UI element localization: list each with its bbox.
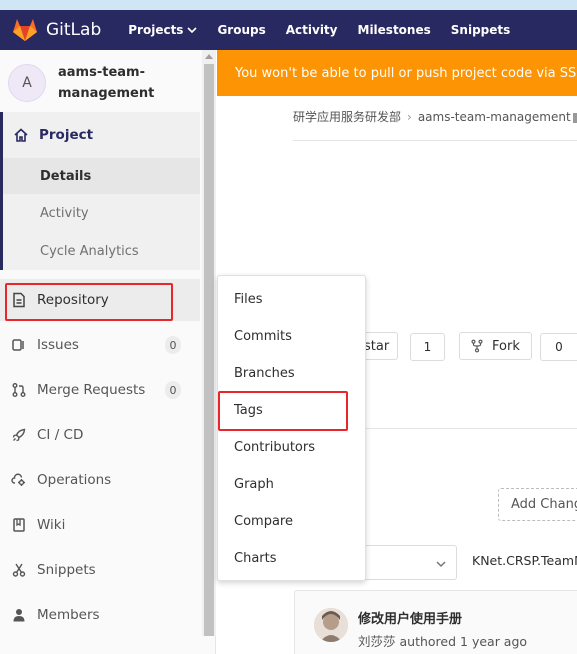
sidebar-item-project-label: Project	[39, 127, 94, 143]
sidebar-item-issues[interactable]: Issues 0	[0, 330, 200, 360]
issues-icon	[12, 339, 24, 351]
star-count[interactable]: 1	[410, 333, 445, 361]
user-icon	[13, 609, 25, 622]
star-label: star	[364, 338, 390, 354]
cloud-gear-icon	[11, 473, 25, 486]
sidebar-item-ci-cd[interactable]: CI / CD	[0, 420, 200, 450]
sidebar-scrollbar[interactable]	[202, 50, 216, 636]
project-name: aams-team-management	[58, 65, 155, 101]
project-avatar: A	[8, 64, 46, 102]
commit-time: authored 1 year ago	[399, 634, 528, 649]
commit-author-avatar	[314, 608, 348, 642]
sidebar-item-wiki-label: Wiki	[37, 517, 66, 533]
fork-button[interactable]: Fork	[459, 332, 532, 360]
fork-icon	[471, 339, 483, 353]
breadcrumb-group[interactable]: 研学应用服务研发部	[293, 108, 401, 125]
sidebar-item-merge-requests-label: Merge Requests	[37, 382, 146, 398]
scroll-up-arrow-icon[interactable]	[205, 54, 213, 59]
repository-path[interactable]: KNet.CRSP.TeamM	[472, 553, 577, 568]
menu-item-files[interactable]: Files	[218, 281, 365, 318]
merge-request-icon	[12, 383, 26, 397]
nav-groups[interactable]: Groups	[217, 23, 265, 37]
sidebar-item-wiki[interactable]: Wiki	[0, 510, 200, 540]
scissors-icon	[12, 563, 26, 577]
scrollbar-thumb[interactable]	[204, 64, 214, 636]
commit-meta: 刘莎莎 authored 1 year ago	[358, 631, 527, 650]
sidebar-item-issues-label: Issues	[37, 337, 79, 353]
add-changelog-button[interactable]: Add Chang	[498, 488, 577, 521]
project-context[interactable]: A aams-team-management	[8, 62, 178, 104]
menu-item-commits[interactable]: Commits	[218, 318, 365, 355]
gitlab-brand[interactable]: GitLab	[12, 18, 101, 42]
menu-item-charts[interactable]: Charts	[218, 540, 365, 577]
top-navbar: GitLab Projects Groups Activity Mileston…	[0, 10, 577, 50]
merge-requests-count-badge: 0	[165, 381, 181, 399]
fork-count[interactable]: 0	[540, 333, 577, 361]
sidebar-item-operations[interactable]: Operations	[0, 465, 200, 495]
chevron-down-icon	[436, 561, 446, 568]
sidebar-item-merge-requests[interactable]: Merge Requests 0	[0, 375, 200, 405]
menu-item-compare[interactable]: Compare	[218, 503, 365, 540]
nav-activity[interactable]: Activity	[286, 23, 338, 37]
sidebar-item-ci-cd-label: CI / CD	[37, 427, 84, 443]
brand-name: GitLab	[46, 20, 102, 40]
repository-highlight-box	[5, 283, 173, 321]
sidebar-item-project[interactable]: Project	[0, 112, 200, 158]
commit-title[interactable]: 修改用户使用手册	[358, 608, 462, 627]
chevron-down-icon	[187, 27, 198, 34]
sidebar-item-snippets-label: Snippets	[37, 562, 96, 578]
book-icon	[13, 518, 25, 532]
nav-milestones[interactable]: Milestones	[358, 23, 431, 37]
author-photo-icon	[314, 608, 348, 642]
sidebar-item-members-label: Members	[37, 607, 100, 623]
breadcrumb-overflow-icon	[573, 113, 577, 123]
breadcrumb-project[interactable]: aams-team-management	[418, 110, 571, 124]
menu-item-contributors[interactable]: Contributors	[218, 429, 365, 466]
breadcrumb-separator-icon: ›	[407, 109, 412, 124]
gitlab-logo-icon	[13, 19, 37, 41]
fork-label: Fork	[492, 338, 520, 354]
sidebar-sub-cycle-analytics[interactable]: Cycle Analytics	[0, 232, 200, 270]
breadcrumb-divider	[293, 140, 577, 141]
menu-item-graph[interactable]: Graph	[218, 466, 365, 503]
sidebar-sub-activity[interactable]: Activity	[0, 194, 200, 232]
sidebar-item-operations-label: Operations	[37, 472, 112, 488]
last-commit-panel: 修改用户使用手册 刘莎莎 authored 1 year ago	[294, 590, 577, 654]
sidebar-item-snippets[interactable]: Snippets	[0, 555, 200, 585]
home-icon	[14, 128, 28, 142]
ssh-warning-alert: You won't be able to pull or push projec…	[217, 50, 577, 96]
browser-strip	[0, 0, 577, 10]
rocket-icon	[12, 428, 26, 442]
tags-highlight-box	[218, 391, 348, 431]
sidebar-item-members[interactable]: Members	[0, 600, 200, 630]
content-divider	[340, 428, 577, 429]
nav-snippets[interactable]: Snippets	[451, 23, 511, 37]
nav-projects[interactable]: Projects	[128, 23, 198, 37]
breadcrumb: 研学应用服务研发部 › aams-team-management ›	[293, 108, 577, 125]
nav-projects-label: Projects	[128, 23, 184, 37]
menu-item-branches[interactable]: Branches	[218, 355, 365, 392]
issues-count-badge: 0	[165, 336, 181, 354]
sidebar-sub-details[interactable]: Details	[0, 158, 200, 194]
commit-author[interactable]: 刘莎莎	[358, 634, 396, 649]
